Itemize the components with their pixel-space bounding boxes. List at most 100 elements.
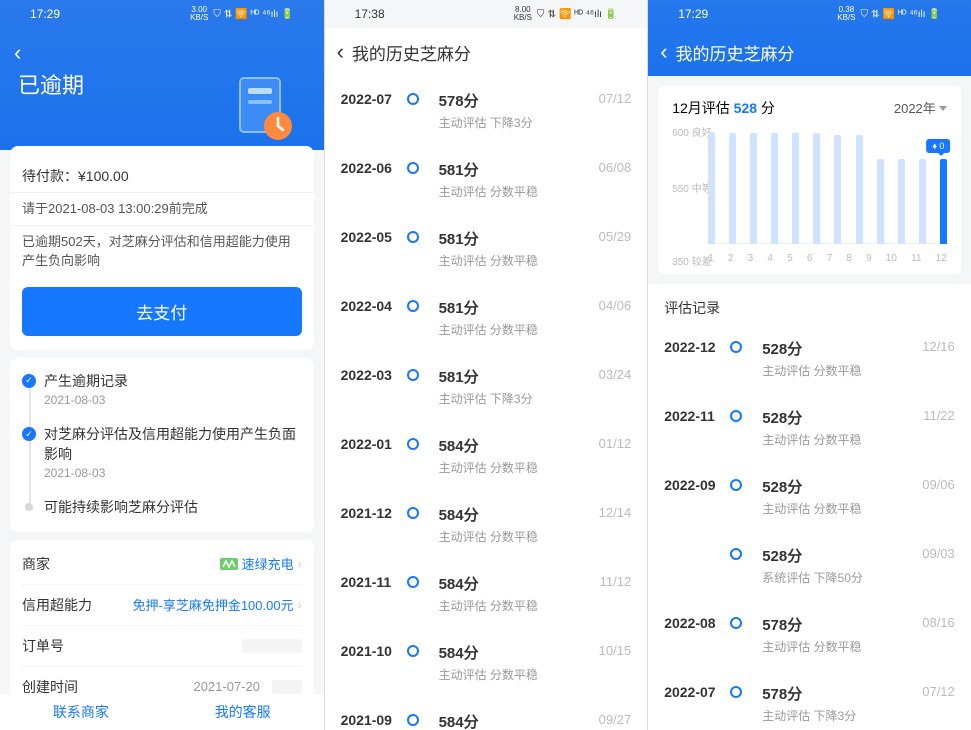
- chart-title: 12月评估 528 分: [672, 98, 775, 118]
- chart-bar[interactable]: [750, 133, 757, 244]
- status-time: 17:29: [30, 7, 60, 21]
- chevron-right-icon: ›: [298, 557, 302, 571]
- chart-bar[interactable]: [813, 133, 820, 244]
- chart-badge: ♦ 0: [926, 139, 950, 153]
- chart-y-label: 350 较差: [672, 253, 711, 268]
- history-score: 578分: [762, 614, 922, 635]
- history-date: 11/12: [600, 573, 632, 589]
- history-score: 528分: [762, 476, 922, 497]
- chart-bar[interactable]: [834, 135, 841, 244]
- chart-bar[interactable]: [729, 133, 736, 244]
- check-icon: ✓: [22, 374, 36, 388]
- chart-bar[interactable]: [919, 159, 926, 244]
- timeline-dot-icon: [730, 341, 742, 353]
- history-date: 09/06: [922, 476, 955, 492]
- history-score: 581分: [439, 228, 599, 249]
- chart-bar[interactable]: [771, 133, 778, 244]
- back-icon[interactable]: ‹: [660, 39, 667, 65]
- history-month: 2022-03: [341, 366, 407, 383]
- history-desc: 系统评估 下降50分: [762, 569, 922, 586]
- history-item[interactable]: 2022-01 584分 主动评估 分数平稳 01/12: [325, 421, 648, 490]
- history-desc: 主动评估 分数平稳: [762, 431, 923, 448]
- history-month: 2021-09: [341, 711, 407, 728]
- chart-bar[interactable]: [792, 133, 799, 244]
- history-item[interactable]: 2022-03 581分 主动评估 下降3分 03/24: [325, 352, 648, 421]
- timeline-dot-icon: [730, 617, 742, 629]
- history-item[interactable]: 2022-07 578分 主动评估 下降3分 07/12: [648, 669, 971, 730]
- history-item[interactable]: 2022-09 528分 主动评估 分数平稳 09/06: [648, 462, 971, 531]
- timeline-dot-icon: [407, 507, 419, 519]
- timeline-card: ✓ 产生逾期记录2021-08-03✓ 对芝麻分评估及信用超能力使用产生负面影响…: [10, 358, 314, 532]
- history-item[interactable]: 2022-11 528分 主动评估 分数平稳 11/22: [648, 393, 971, 462]
- check-icon: ✓: [22, 427, 36, 441]
- history-item[interactable]: 528分 系统评估 下降50分 09/03: [648, 531, 971, 600]
- history-month: 2022-05: [341, 228, 407, 245]
- history-date: 07/12: [599, 90, 632, 106]
- history-item[interactable]: 2022-08 578分 主动评估 分数平稳 08/16: [648, 600, 971, 669]
- history-desc: 主动评估 分数平稳: [439, 666, 599, 683]
- chart-x-label: 6: [807, 253, 813, 264]
- history-item[interactable]: 2021-10 584分 主动评估 分数平稳 10/15: [325, 628, 648, 697]
- redacted-value: [242, 639, 302, 653]
- history-date: 12/16: [922, 338, 955, 354]
- status-icons: 8.00KB/S ⛉ ⇅ 🛜 ᴴᴰ ⁴⁶ılı 🔋: [514, 6, 618, 22]
- page-title: 我的历史芝麻分: [676, 40, 795, 65]
- amount-line: 待付款：¥100.00: [22, 160, 302, 192]
- history-score: 528分: [762, 407, 923, 428]
- chart-bar[interactable]: [877, 159, 884, 244]
- redacted-value: [272, 680, 302, 694]
- timeline-dot-icon: [407, 645, 419, 657]
- history-item[interactable]: 2022-12 528分 主动评估 分数平稳 12/16: [648, 324, 971, 393]
- history-date: 03/24: [599, 366, 632, 382]
- timeline-dot-icon: [407, 438, 419, 450]
- chart-bar[interactable]: [708, 132, 715, 244]
- pay-button[interactable]: 去支付: [22, 287, 302, 336]
- history-item[interactable]: 2022-07 578分 主动评估 下降3分 07/12: [325, 76, 648, 145]
- chart-x-label: 3: [748, 253, 754, 264]
- timeline-dot-icon: [407, 714, 419, 726]
- back-icon[interactable]: ‹: [14, 40, 21, 66]
- my-service-link[interactable]: 我的客服: [215, 702, 271, 722]
- timeline-dot-icon: [730, 410, 742, 422]
- history-item[interactable]: 2021-11 584分 主动评估 分数平稳 11/12: [325, 559, 648, 628]
- back-icon[interactable]: ‹: [337, 39, 344, 65]
- ability-row[interactable]: 信用超能力 免押-享芝麻免押金100.00元›: [22, 585, 302, 626]
- timeline-item: ✓ 产生逾期记录2021-08-03: [44, 372, 302, 408]
- history-item[interactable]: 2022-04 581分 主动评估 分数平稳 04/06: [325, 283, 648, 352]
- history-date: 09/27: [599, 711, 632, 727]
- chart-bar[interactable]: ♦ 0: [940, 159, 947, 244]
- merchant-row[interactable]: 商家 速绿充电›: [22, 544, 302, 585]
- chart-bar[interactable]: [856, 135, 863, 244]
- status-time: 17:38: [355, 7, 385, 21]
- year-selector[interactable]: 2022年: [894, 98, 947, 117]
- history-score: 584分: [439, 642, 599, 663]
- chart-bar[interactable]: [898, 159, 905, 244]
- history-date: 09/03: [922, 545, 955, 561]
- chart-x-label: 10: [886, 253, 897, 264]
- timeline-dot-icon: [407, 576, 419, 588]
- history-item[interactable]: 2022-05 581分 主动评估 分数平稳 05/29: [325, 214, 648, 283]
- history-item[interactable]: 2022-06 581分 主动评估 分数平稳 06/08: [325, 145, 648, 214]
- status-time: 17:29: [678, 7, 708, 21]
- history-month: 2022-08: [664, 614, 730, 631]
- chart-x-label: 1: [708, 253, 714, 264]
- history-desc: 主动评估 分数平稳: [439, 597, 600, 614]
- history-item[interactable]: 2021-09 584分 主动评估 下降7分 09/27: [325, 697, 648, 730]
- chart-x-label: 12: [936, 253, 947, 264]
- dot-icon: [25, 503, 33, 511]
- history-month: 2022-01: [341, 435, 407, 452]
- history-desc: 主动评估 分数平稳: [439, 252, 599, 269]
- history-item[interactable]: 2021-12 584分 主动评估 分数平稳 12/14: [325, 490, 648, 559]
- merchant-logo-icon: [220, 558, 238, 570]
- history-desc: 主动评估 分数平稳: [439, 183, 599, 200]
- contact-merchant-link[interactable]: 联系商家: [53, 702, 109, 722]
- history-desc: 主动评估 分数平稳: [762, 500, 922, 517]
- chart-card: 12月评估 528 分 2022年 600 良好550 中等350 较差 ♦ 0…: [658, 86, 961, 274]
- history-score: 584分: [439, 573, 600, 594]
- history-score: 528分: [762, 338, 922, 359]
- section-title: 评估记录: [648, 284, 971, 324]
- timeline-dot-icon: [407, 231, 419, 243]
- history-date: 07/12: [922, 683, 955, 699]
- history-date: 08/16: [922, 614, 955, 630]
- chart-x-label: 9: [866, 253, 872, 264]
